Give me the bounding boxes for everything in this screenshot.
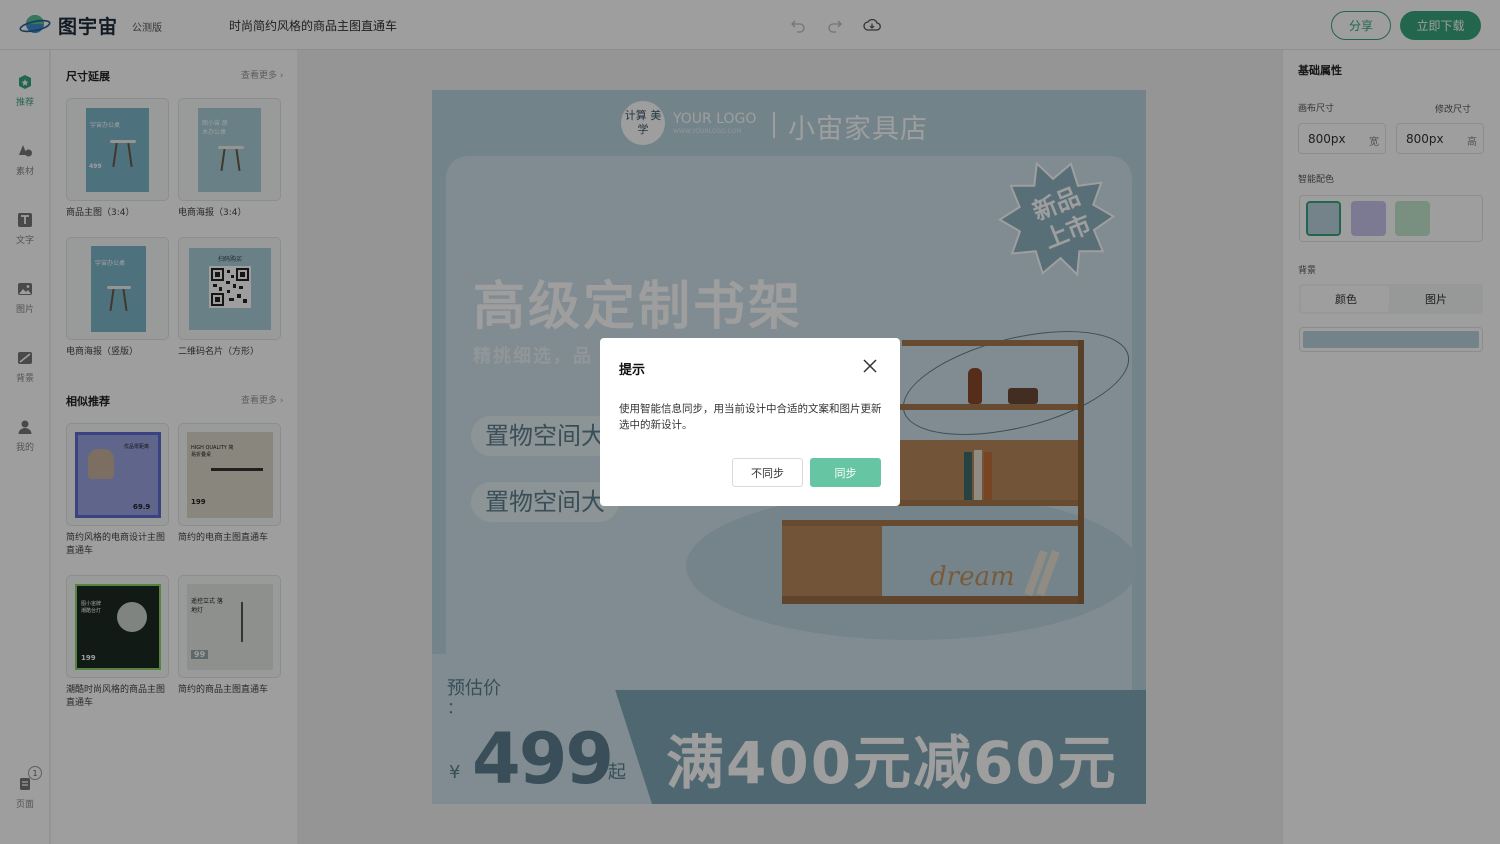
dialog-title: 提示 [619,363,646,378]
dialog-message: 使用智能信息同步，用当前设计中合适的文案和图片更新选中的新设计。 [619,403,882,431]
sync-button[interactable]: 同步 [810,458,881,487]
sync-dialog: 提示 使用智能信息同步，用当前设计中合适的文案和图片更新选中的新设计。 不同步 … [600,338,900,506]
no-sync-button[interactable]: 不同步 [732,458,803,487]
close-icon[interactable] [862,358,878,374]
